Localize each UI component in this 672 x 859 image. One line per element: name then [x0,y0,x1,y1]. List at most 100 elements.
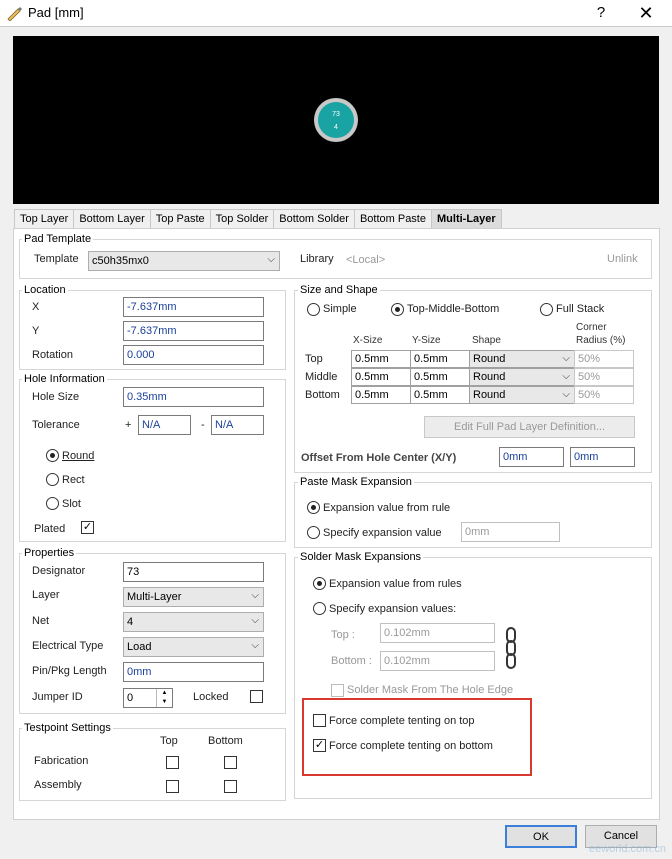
solder-top-input[interactable]: 0.102mm [380,623,495,643]
bottom-corner-cell: 50% [574,386,634,404]
library-value: <Local> [346,254,386,266]
top-ysize-cell[interactable]: 0.5mm [410,350,470,368]
locked-checkbox[interactable] [250,690,263,703]
pad-number-text: 73 [332,111,340,118]
tolerance-minus-input[interactable]: N/A [211,415,264,435]
location-title: Location [22,284,68,296]
template-combo[interactable]: c50h35mx0 ⌵ [88,251,280,271]
unlink-link[interactable]: Unlink [607,253,638,265]
pinpkg-input[interactable]: 0mm [123,662,264,682]
xsize-header: X-Size [353,335,383,346]
assembly-bottom-checkbox[interactable] [224,780,237,793]
rotation-input[interactable]: 0.000 [123,345,264,365]
solder-from-rules-radio[interactable] [313,577,326,590]
tab-multi-layer[interactable]: Multi-Layer [431,209,502,229]
paste-specify-label: Specify expansion value [323,527,442,539]
solder-bottom-input[interactable]: 0.102mm [380,651,495,671]
size-shape-title: Size and Shape [298,284,380,296]
paste-specify-radio[interactable] [307,526,320,539]
highlight-box [302,698,532,776]
layer-combo[interactable]: Multi-Layer ⌵ [123,587,264,607]
hole-rect-label: Rect [62,474,85,486]
jumper-spinner[interactable]: ▲ ▼ [156,689,172,707]
full-stack-label: Full Stack [556,303,605,315]
bottom-shape-cell[interactable]: Round ⌵ [469,386,575,404]
from-hole-checkbox[interactable] [331,684,344,697]
plated-checkbox[interactable]: ✓ [81,521,94,534]
etype-combo[interactable]: Load ⌵ [123,637,264,657]
bottom-xsize-cell[interactable]: 0.5mm [351,386,411,404]
top-xsize-cell[interactable]: 0.5mm [351,350,411,368]
net-combo[interactable]: 4 ⌵ [123,612,264,632]
layer-label: Layer [32,589,60,601]
close-button[interactable]: ✕ [632,3,660,23]
tolerance-minus: - [201,419,205,431]
middle-shape-cell[interactable]: Round ⌵ [469,368,575,386]
chevron-down-icon: ⌵ [562,371,570,382]
hole-round-radio[interactable] [46,449,59,462]
link-chain-icon[interactable] [504,627,518,669]
spin-up-icon[interactable]: ▲ [157,689,172,698]
chevron-down-icon: ⌵ [562,389,570,400]
row-top-label: Top [305,353,323,365]
net-label: Net [32,615,50,627]
paste-from-rule-radio[interactable] [307,501,320,514]
jumper-label: Jumper ID [32,691,83,703]
row-middle-label: Middle [305,371,338,383]
ok-button[interactable]: OK [505,825,577,848]
testpoint-top-header: Top [160,735,178,747]
tab-bottom-solder[interactable]: Bottom Solder [273,209,355,229]
corner-header-1: Corner [576,322,607,333]
hole-slot-radio[interactable] [46,497,59,510]
assembly-top-checkbox[interactable] [166,780,179,793]
testpoint-bottom-header: Bottom [208,735,243,747]
tab-bottom-paste[interactable]: Bottom Paste [353,209,432,229]
fabrication-top-checkbox[interactable] [166,756,179,769]
fabrication-bottom-checkbox[interactable] [224,756,237,769]
jumper-value: 0 [127,692,134,704]
help-button[interactable]: ? [590,3,612,23]
tmb-radio[interactable] [391,303,404,316]
tab-top-paste[interactable]: Top Paste [149,209,211,229]
net-value: 4 [127,616,134,628]
tolerance-label: Tolerance [32,419,80,431]
tolerance-plus-input[interactable]: N/A [138,415,191,435]
spin-down-icon[interactable]: ▼ [157,698,172,707]
etype-label: Electrical Type [32,640,104,652]
middle-ysize-cell[interactable]: 0.5mm [410,368,470,386]
offset-y-input[interactable]: 0mm [570,447,635,467]
from-hole-label: Solder Mask From The Hole Edge [347,684,514,696]
corner-header-2: Radius (%) [576,335,626,346]
solder-top-label: Top : [331,629,355,641]
bottom-ysize-cell[interactable]: 0.5mm [410,386,470,404]
top-shape-cell[interactable]: Round ⌵ [469,350,575,368]
designator-label: Designator [32,565,86,577]
watermark: eeworld.com.cn [588,843,666,855]
y-input[interactable]: -7.637mm [123,321,264,341]
hole-size-input[interactable]: 0.35mm [123,387,264,407]
chevron-down-icon: ⌵ [251,615,259,626]
etype-value: Load [127,641,152,653]
middle-xsize-cell[interactable]: 0.5mm [351,368,411,386]
pinpkg-label: Pin/Pkg Length [32,665,107,677]
layer-tabs: Top Layer Bottom Layer Top Paste Top Sol… [14,209,502,229]
solder-specify-radio[interactable] [313,602,326,615]
template-label: Template [34,253,79,265]
edit-full-pad-button[interactable]: Edit Full Pad Layer Definition... [424,416,635,438]
paste-from-rule-label: Expansion value from rule [323,502,451,514]
tab-bottom-layer[interactable]: Bottom Layer [73,209,151,229]
designator-input[interactable]: 73 [123,562,264,582]
paste-specify-input[interactable]: 0mm [461,522,560,542]
hole-rect-radio[interactable] [46,473,59,486]
offset-x-input[interactable]: 0mm [499,447,564,467]
full-stack-radio[interactable] [540,303,553,316]
tab-top-layer[interactable]: Top Layer [14,209,75,229]
testpoint-title: Testpoint Settings [22,722,113,734]
hole-size-label: Hole Size [32,391,80,403]
x-input[interactable]: -7.637mm [123,297,264,317]
simple-radio[interactable] [307,303,320,316]
solder-specify-label: Specify expansion values: [329,603,457,615]
locked-label: Locked [193,691,229,703]
tab-top-solder[interactable]: Top Solder [209,209,275,229]
chevron-down-icon: ⌵ [251,640,259,651]
